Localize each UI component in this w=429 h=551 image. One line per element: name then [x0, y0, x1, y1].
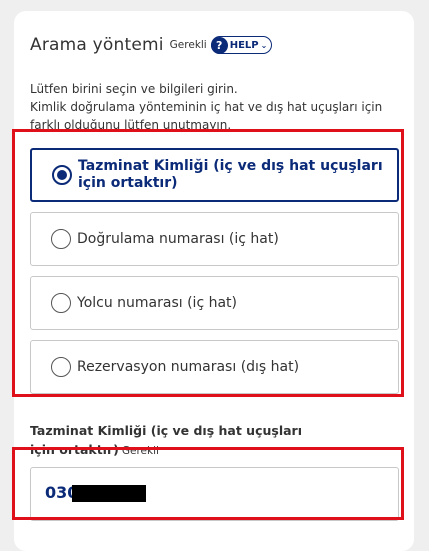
instructions-line-1: Lütfen birini seçin ve bilgileri girin. — [30, 82, 238, 96]
highlight-box-input — [12, 447, 404, 520]
chevron-down-icon: ⌄ — [260, 40, 268, 50]
highlight-box-options — [12, 129, 404, 397]
help-button[interactable]: ? HELP ⌄ — [210, 36, 273, 54]
instructions: Lütfen birini seçin ve bilgileri girin. … — [30, 80, 410, 134]
help-label: HELP — [229, 39, 259, 51]
section-header: Arama yöntemi Gerekli ? HELP ⌄ — [30, 35, 273, 55]
required-tag: Gerekli — [169, 39, 207, 51]
question-icon: ? — [210, 36, 228, 54]
section-title: Arama yöntemi — [30, 35, 164, 55]
